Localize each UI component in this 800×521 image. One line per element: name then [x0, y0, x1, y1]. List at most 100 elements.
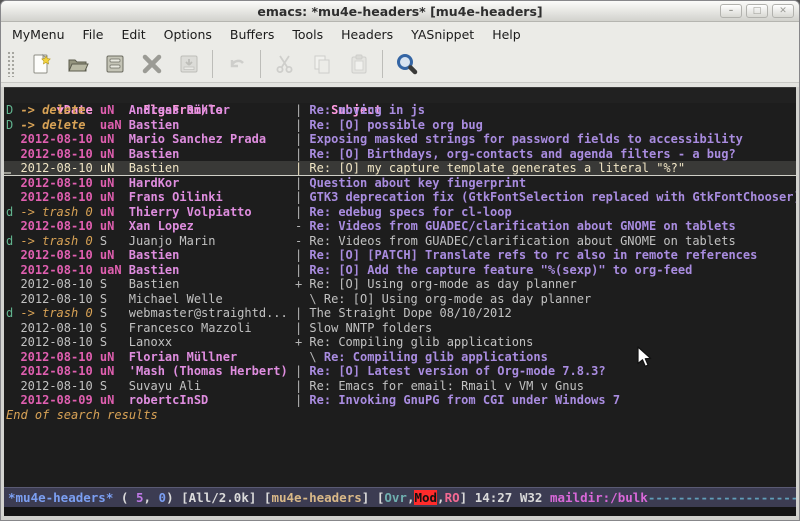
message-row[interactable]: 2012-08-10SLanoxx + Re: Compiling glib a…	[4, 335, 796, 350]
from-cell: Xan Lopez	[129, 219, 288, 234]
from-cell: Bastien	[129, 118, 288, 133]
thread-prefix: +	[288, 277, 310, 292]
menu-item-help[interactable]: Help	[483, 24, 530, 45]
maximize-button[interactable]: □	[746, 4, 768, 18]
menu-item-buffers[interactable]: Buffers	[221, 24, 283, 45]
date-cell: 2012-08-10	[20, 147, 99, 162]
from-cell: Juanjo Marin	[129, 234, 288, 249]
flags-cell: S	[100, 321, 129, 336]
menu-item-edit[interactable]: Edit	[112, 24, 154, 45]
thread-prefix: |	[288, 321, 310, 336]
mark-char: D	[6, 118, 20, 133]
menu-item-tools[interactable]: Tools	[283, 24, 332, 45]
message-row[interactable]: 2012-08-10uNHardKor | Question about key…	[4, 176, 796, 191]
date-cell: -> delete	[20, 118, 99, 133]
thread-prefix: |	[288, 248, 310, 263]
toolbar-drag-handle[interactable]	[7, 51, 15, 77]
date-cell: 2012-08-09	[20, 393, 99, 408]
from-cell: Thierry Volpiatto	[129, 205, 288, 220]
message-row[interactable]: 2012-08-10uNFlorian Müllner \ Re: Compil…	[4, 350, 796, 365]
close-button[interactable]: ✕	[772, 4, 794, 18]
flags-cell: uN	[100, 176, 129, 191]
menu-bar: MyMenuFileEditOptionsBuffersToolsHeaders…	[1, 22, 799, 46]
thread-prefix: |	[288, 147, 310, 162]
subject-cell: Re: moving in js	[309, 103, 425, 118]
message-row[interactable]: 2012-08-10SSuvayu Ali | Re: Emacs for em…	[4, 379, 796, 394]
message-row[interactable]: 2012-08-10uNXan Lopez - Re: Videos from …	[4, 219, 796, 234]
message-row[interactable]: d-> trash 0SJuanjo Marin - Re: Videos fr…	[4, 234, 796, 249]
subject-cell: Re: [O] possible org bug	[309, 118, 482, 133]
toolbar-separator	[382, 50, 383, 78]
modeline-dashes: ----------------------------------------…	[648, 490, 796, 505]
modeline-count-other: 0	[159, 490, 167, 505]
message-row[interactable]: 2012-08-10uN'Mash (Thomas Herbert) | Re:…	[4, 364, 796, 379]
message-row[interactable]: d-> trash 0Swebmaster@straightd... | The…	[4, 306, 796, 321]
thread-prefix: |	[288, 161, 310, 176]
flags-cell: uaN	[100, 263, 129, 278]
menu-item-file[interactable]: File	[74, 24, 113, 45]
minibuffer[interactable]	[4, 507, 796, 516]
flags-cell: uN	[100, 364, 129, 379]
subject-cell: Re: Compiling glib applications	[324, 350, 548, 365]
flags-cell: uN	[100, 103, 129, 118]
thread-prefix: |	[288, 205, 310, 220]
message-row[interactable]: 2012-08-10SBastien + Re: [O] Using org-m…	[4, 277, 796, 292]
message-row[interactable]: 2012-08-10SFrancesco Mazzoli | Slow NNTP…	[4, 321, 796, 336]
open-folder-icon[interactable]	[65, 51, 91, 77]
menu-item-mymenu[interactable]: MyMenu	[3, 24, 74, 45]
message-row[interactable]: 2012-08-09uNrobertcInSD | Re: Invoking G…	[4, 393, 796, 408]
close-buffer-icon[interactable]	[139, 51, 165, 77]
search-icon[interactable]	[394, 51, 420, 77]
minimize-button[interactable]: –	[720, 4, 742, 18]
mark-char: d	[6, 234, 20, 249]
modeline-ro: RO	[445, 490, 460, 505]
flags-cell: uN	[100, 161, 129, 176]
mu4e-headers-buffer[interactable]: ▼DateFlgsFrom/ToSubject D-> deleteuNAndr…	[4, 87, 796, 487]
thread-prefix: |	[288, 176, 310, 191]
save-as-icon	[176, 51, 202, 77]
save-icon[interactable]	[102, 51, 128, 77]
date-cell: 2012-08-10	[20, 190, 99, 205]
modeline-buffer-name: *mu4e-headers*	[8, 490, 113, 505]
thread-prefix: |	[288, 190, 310, 205]
date-cell: 2012-08-10	[20, 321, 99, 336]
menu-item-options[interactable]: Options	[155, 24, 221, 45]
message-row[interactable]: D-> deleteuNAndreas Röhler | Re: moving …	[4, 103, 796, 118]
thread-prefix: \	[288, 350, 324, 365]
subject-cell: Re: [O] Add the capture feature "%(sexp)…	[309, 263, 692, 278]
toolbar	[1, 46, 799, 83]
message-row[interactable]: 2012-08-10uaNBastien | Re: [O] Add the c…	[4, 263, 796, 278]
modeline-plain: 14:27 W32	[475, 490, 550, 505]
from-cell: Mario Sanchez Prada	[129, 132, 288, 147]
titlebar[interactable]: emacs: *mu4e-headers* [mu4e-headers] – □…	[1, 1, 799, 22]
message-row[interactable]: 2012-08-10uNBastien | Re: [O] [PATCH] Tr…	[4, 248, 796, 263]
modeline-mod: Mod	[414, 490, 437, 505]
menu-item-yasnippet[interactable]: YASnippet	[402, 24, 483, 45]
modeline-mode-name: mu4e-headers	[271, 490, 361, 505]
subject-cell: Re: Invoking GnuPG from CGI under Window…	[309, 393, 620, 408]
thread-prefix: |	[288, 118, 310, 133]
flags-cell: uN	[100, 132, 129, 147]
message-row[interactable]: 2012-08-10uNFrans Oilinki | GTK3 depreca…	[4, 190, 796, 205]
paste-icon	[346, 51, 372, 77]
modeline-plain: ,	[143, 490, 158, 505]
toolbar-separator	[212, 50, 213, 78]
from-cell: Frans Oilinki	[129, 190, 288, 205]
mark-char: d	[6, 306, 20, 321]
message-row[interactable]: 2012-08-10uNBastien | Re: [O] Birthdays,…	[4, 147, 796, 162]
toolbar-separator	[260, 50, 261, 78]
flags-cell: uN	[100, 219, 129, 234]
message-row[interactable]: d-> trash 0uNThierry Volpiatto | Re: ede…	[4, 205, 796, 220]
message-row[interactable]: 2012-08-10uNMario Sanchez Prada | Exposi…	[4, 132, 796, 147]
fringe-indicator	[4, 172, 11, 174]
subject-cell: Exposing masked strings for password fie…	[309, 132, 742, 147]
message-row[interactable]: 2012-08-10SMichael Welle \ Re: [O] Using…	[4, 292, 796, 307]
date-cell: 2012-08-10	[20, 292, 99, 307]
message-row[interactable]: D-> deleteuaNBastien | Re: [O] possible …	[4, 118, 796, 133]
menu-item-headers[interactable]: Headers	[332, 24, 402, 45]
from-cell: Francesco Mazzoli	[129, 321, 288, 336]
new-file-icon[interactable]	[28, 51, 54, 77]
message-row[interactable]: 2012-08-10uNBastien | Re: [O] my capture…	[4, 161, 796, 176]
mark-char: d	[6, 205, 20, 220]
modeline-plain: ]	[460, 490, 475, 505]
